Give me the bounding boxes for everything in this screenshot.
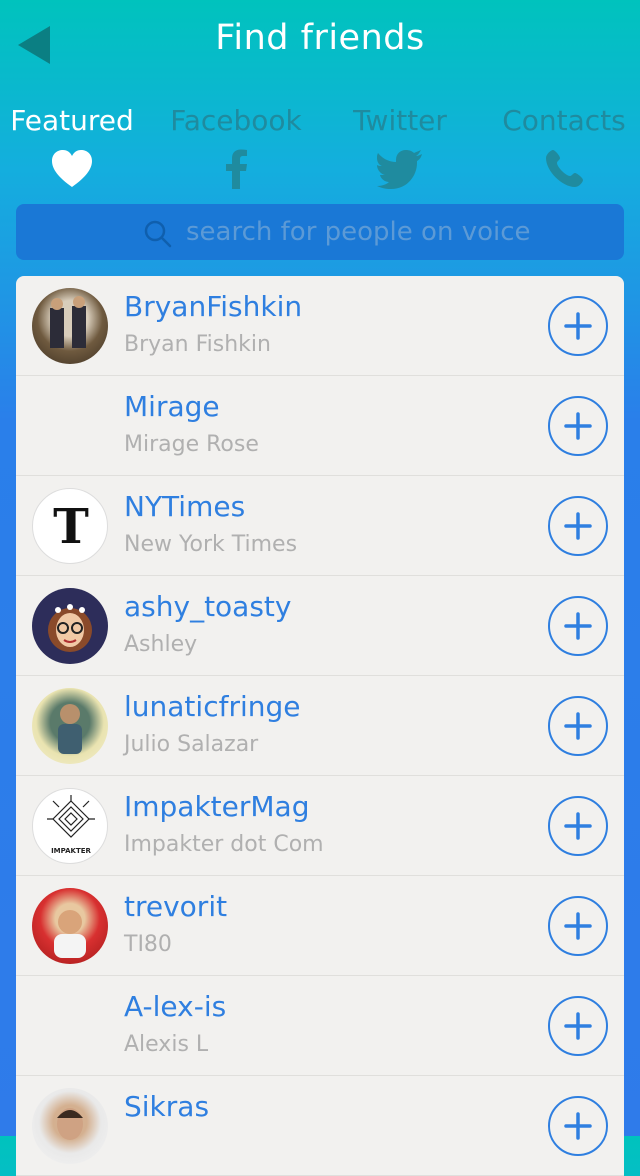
add-friend-button[interactable] (548, 696, 608, 756)
plus-icon (564, 812, 592, 840)
plus-icon (564, 512, 592, 540)
svg-text:T: T (53, 499, 89, 555)
username[interactable]: BryanFishkin (124, 290, 302, 323)
add-friend-button[interactable] (548, 896, 608, 956)
avatar (32, 688, 108, 764)
add-friend-button[interactable] (548, 496, 608, 556)
username[interactable]: trevorit (124, 890, 227, 923)
nyt-logo-avatar: T (32, 488, 108, 564)
list-item: IMPAKTER ImpakterMag Impakter dot Com (16, 776, 624, 876)
facebook-icon (226, 149, 247, 189)
avatar (32, 288, 108, 364)
username[interactable]: Sikras (124, 1090, 209, 1123)
add-friend-button[interactable] (548, 396, 608, 456)
tab-facebook[interactable]: Facebook (156, 104, 316, 191)
tab-label: Featured (10, 104, 134, 137)
tab-featured[interactable]: Featured (0, 104, 152, 191)
plus-icon (564, 912, 592, 940)
username[interactable]: lunaticfringe (124, 690, 300, 723)
impakter-logo-text: IMPAKTER (51, 847, 91, 855)
list-item: Sikras (16, 1076, 624, 1176)
tab-label: Contacts (502, 104, 626, 137)
tab-contacts[interactable]: Contacts (484, 104, 640, 191)
tab-twitter[interactable]: Twitter (320, 104, 480, 191)
header: Find friends (0, 0, 640, 90)
avatar (32, 888, 108, 964)
add-friend-button[interactable] (548, 596, 608, 656)
full-name: Bryan Fishkin (124, 332, 271, 357)
username[interactable]: ashy_toasty (124, 590, 291, 623)
page-title: Find friends (215, 18, 425, 58)
plus-icon (564, 1012, 592, 1040)
twitter-icon (377, 150, 422, 189)
add-friend-button[interactable] (548, 996, 608, 1056)
heart-icon (52, 150, 92, 187)
list-item: BryanFishkin Bryan Fishkin (16, 276, 624, 376)
username[interactable]: Mirage (124, 390, 220, 423)
full-name: Julio Salazar (124, 732, 259, 757)
search-icon (144, 220, 172, 248)
list-item: T NYTimes New York Times (16, 476, 624, 576)
add-friend-button[interactable] (548, 296, 608, 356)
full-name: Impakter dot Com (124, 832, 324, 857)
list-item: ashy_toasty Ashley (16, 576, 624, 676)
search-bar[interactable] (16, 204, 624, 260)
list-item: lunaticfringe Julio Salazar (16, 676, 624, 776)
plus-icon (564, 612, 592, 640)
plus-icon (564, 312, 592, 340)
full-name: Alexis L (124, 1032, 209, 1057)
username[interactable]: NYTimes (124, 490, 245, 523)
username[interactable]: A-lex-is (124, 990, 226, 1023)
avatar (32, 1088, 108, 1164)
list-item: Mirage Mirage Rose (16, 376, 624, 476)
avatar (32, 588, 108, 664)
plus-icon (564, 1112, 592, 1140)
plus-icon (564, 712, 592, 740)
username[interactable]: ImpakterMag (124, 790, 310, 823)
tab-label: Facebook (170, 104, 302, 137)
tab-label: Twitter (353, 104, 447, 137)
add-friend-button[interactable] (548, 1096, 608, 1156)
tab-bar: Featured Facebook Twitter Contacts (0, 104, 640, 194)
list-item: trevorit TI80 (16, 876, 624, 976)
full-name: Ashley (124, 632, 198, 657)
phone-icon (546, 150, 583, 187)
impakter-logo-avatar: IMPAKTER (32, 788, 108, 864)
full-name: New York Times (124, 532, 298, 557)
friends-list: BryanFishkin Bryan Fishkin Mirage Mirage… (16, 276, 624, 1176)
plus-icon (564, 412, 592, 440)
search-input[interactable] (186, 212, 606, 252)
full-name: Mirage Rose (124, 432, 259, 457)
list-item: A-lex-is Alexis L (16, 976, 624, 1076)
add-friend-button[interactable] (548, 796, 608, 856)
full-name: TI80 (124, 932, 172, 957)
